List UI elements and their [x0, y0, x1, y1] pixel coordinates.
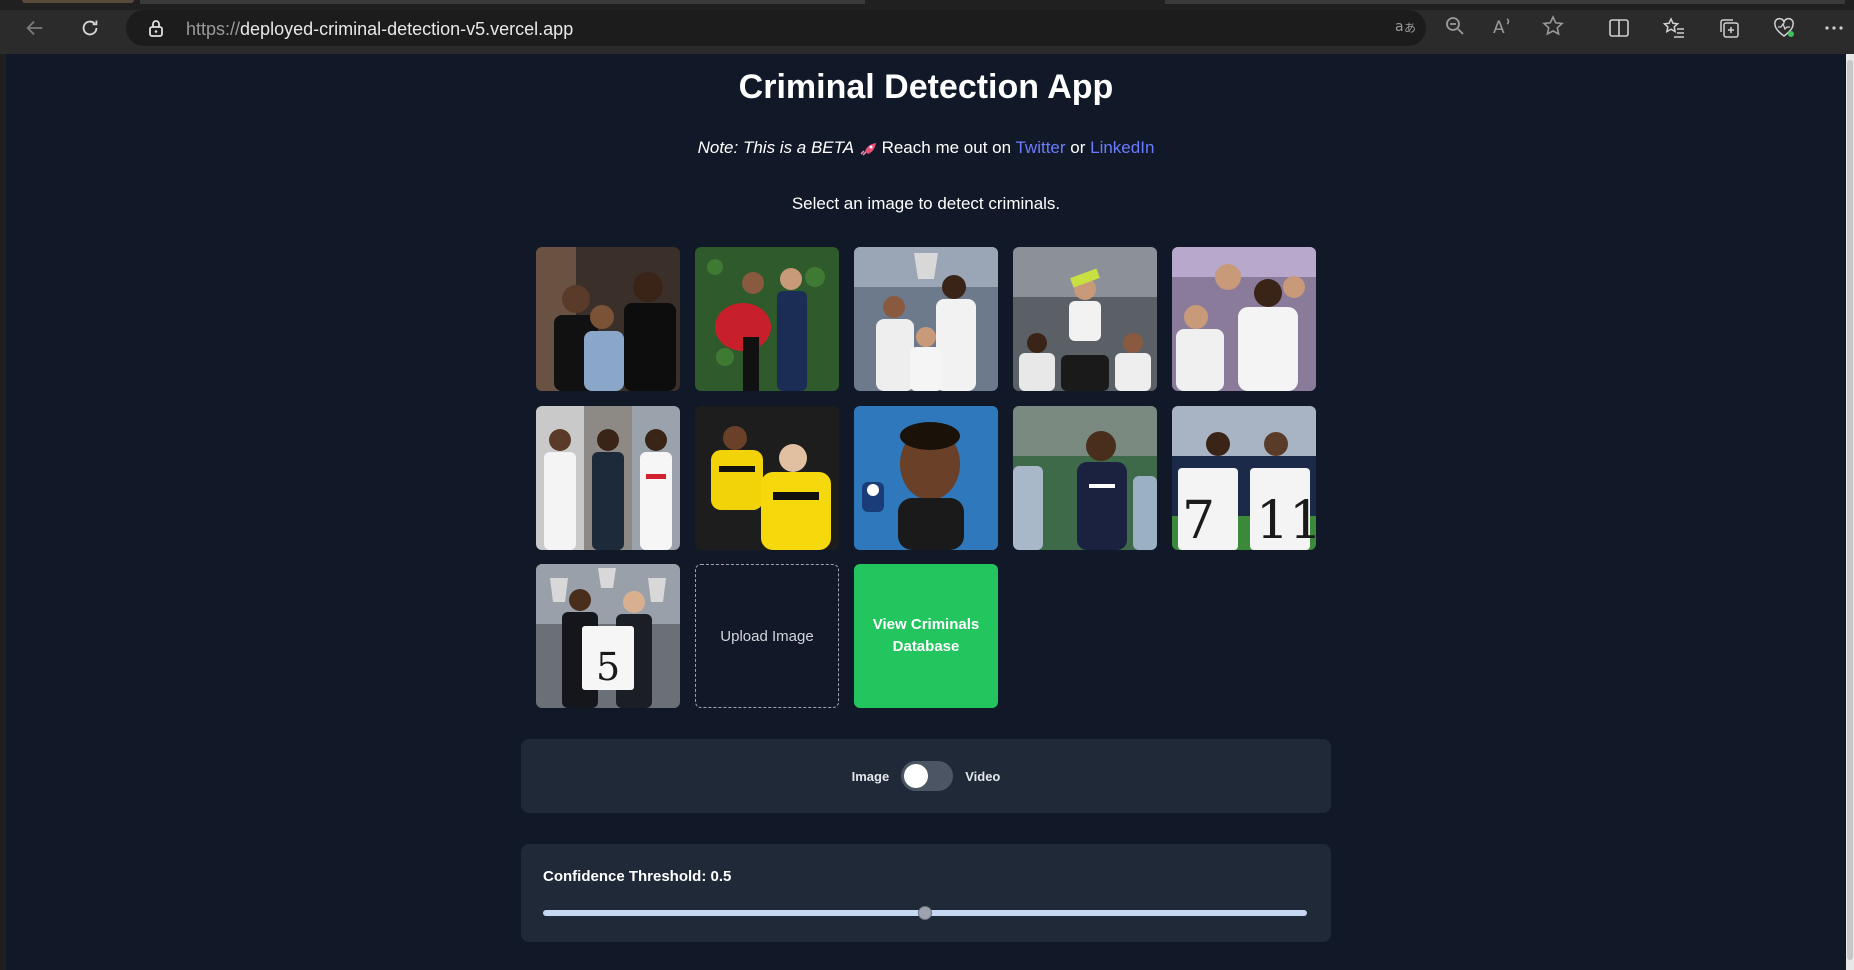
confidence-panel: Confidence Threshold: 0.5 [521, 844, 1331, 942]
confidence-threshold-label: Confidence Threshold: 0.5 [543, 868, 732, 885]
tab-edge[interactable] [1165, 0, 1845, 4]
image-thumbnail [1013, 406, 1157, 550]
sample-image-1[interactable] [536, 247, 680, 391]
image-thumbnail: 5 [536, 564, 680, 708]
sample-image-2[interactable] [695, 247, 839, 391]
url-text[interactable]: https://deployed-criminal-detection-v5.v… [186, 19, 573, 40]
scrollbar-thumb[interactable] [1847, 60, 1853, 960]
confidence-threshold-slider[interactable] [543, 906, 1307, 920]
zoom-out-icon[interactable] [1443, 14, 1467, 38]
image-thumbnail [1013, 247, 1157, 391]
image-thumbnail [854, 406, 998, 550]
linkedin-link[interactable]: LinkedIn [1090, 138, 1154, 157]
translate-icon[interactable]: aあ [1393, 14, 1417, 38]
image-thumbnail [536, 406, 680, 550]
select-image-prompt: Select an image to detect criminals. [791, 194, 1061, 213]
browser-toolbar: https://deployed-criminal-detection-v5.v… [0, 0, 1854, 54]
page-viewport: Criminal Detection App Note: This is a B… [6, 54, 1846, 970]
split-screen-icon[interactable] [1605, 14, 1633, 42]
favorites-icon[interactable] [1660, 14, 1688, 42]
svg-text:あ: あ [1404, 21, 1416, 35]
sample-image-8[interactable] [854, 406, 998, 550]
lock-icon[interactable] [146, 18, 166, 38]
mode-label-video: Video [965, 768, 1001, 784]
reload-icon [82, 20, 98, 36]
back-button[interactable] [20, 13, 50, 43]
upload-image-button[interactable]: Upload Image [695, 564, 839, 708]
sample-image-9[interactable] [1013, 406, 1157, 550]
view-criminals-database-button[interactable]: View Criminals Database [854, 564, 998, 708]
page-scrollbar[interactable] [1846, 54, 1854, 970]
address-bar[interactable]: https://deployed-criminal-detection-v5.v… [126, 10, 1426, 46]
sample-image-10[interactable]: 7 11 [1172, 406, 1316, 550]
browser-essentials-icon[interactable] [1770, 14, 1798, 42]
sample-image-6[interactable] [536, 406, 680, 550]
back-arrow-icon [26, 20, 43, 36]
svg-text:a: a [1395, 19, 1404, 35]
url-protocol: https:// [186, 19, 241, 39]
beta-note: Note: This is a BETA Reach me out on Twi… [6, 138, 1846, 158]
beta-note-or: or [1070, 138, 1086, 157]
beta-note-reach: Reach me out on [881, 138, 1012, 157]
image-thumbnail [1172, 247, 1316, 391]
reload-button[interactable] [75, 13, 105, 43]
svg-text:11: 11 [1256, 491, 1316, 550]
svg-text:5: 5 [596, 645, 620, 689]
mode-toggle-row: Image Video [521, 761, 1331, 791]
image-thumbnail [854, 247, 998, 391]
url-host: deployed-criminal-detection-v5.vercel.ap… [240, 19, 574, 39]
image-video-toggle[interactable] [901, 761, 954, 791]
slider-thumb[interactable] [918, 906, 932, 920]
rocket-icon [860, 142, 876, 156]
collections-icon[interactable] [1715, 14, 1743, 42]
svg-text:7: 7 [1182, 491, 1215, 550]
read-aloud-icon[interactable]: A [1492, 14, 1516, 38]
tab-edge[interactable] [140, 0, 865, 4]
toggle-knob [904, 764, 929, 788]
active-tab-edge[interactable] [22, 0, 134, 3]
image-thumbnail [536, 247, 680, 391]
image-thumbnail: 7 11 [1172, 406, 1316, 550]
twitter-link[interactable]: Twitter [1015, 138, 1065, 157]
image-thumbnail [695, 406, 839, 550]
page-title: Criminal Detection App [738, 68, 1114, 106]
svg-text:A: A [1493, 18, 1505, 37]
favorite-star-icon[interactable] [1541, 14, 1565, 38]
mode-toggle-panel: Image Video [521, 739, 1331, 813]
mode-label-image: Image [851, 768, 890, 784]
sample-image-3[interactable] [854, 247, 998, 391]
sample-image-4[interactable] [1013, 247, 1157, 391]
sample-image-7[interactable] [695, 406, 839, 550]
tab-strip [0, 0, 1854, 10]
sample-image-5[interactable] [1172, 247, 1316, 391]
more-icon[interactable] [1820, 14, 1848, 42]
beta-note-prefix: Note: This is a BETA [697, 138, 855, 157]
sample-image-11[interactable]: 5 [536, 564, 680, 708]
image-thumbnail [695, 247, 839, 391]
